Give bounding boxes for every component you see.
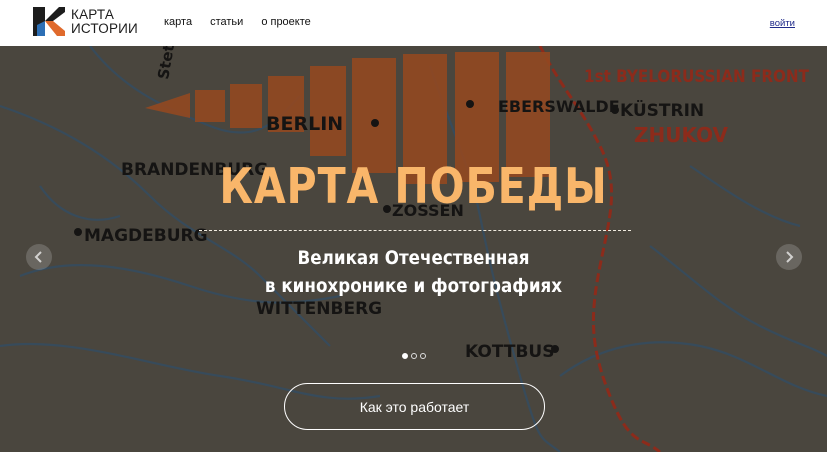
hero-subtitle: Великая Отечественная в кинохронике и фо… (50, 244, 778, 300)
hero-subtitle-line1: Великая Отечественная (297, 247, 530, 269)
carousel-dots (402, 353, 426, 359)
carousel-dot-2[interactable] (411, 353, 417, 359)
hero-title: КАРТА ПОБЕДЫ (219, 158, 608, 215)
nav-item-articles[interactable]: статьи (210, 16, 243, 28)
carousel-next-button[interactable] (776, 244, 802, 270)
site-header: КАРТА ИСТОРИИ карта статьи о проекте вой… (0, 0, 827, 46)
logo-line2: ИСТОРИИ (71, 20, 138, 36)
hero-subtitle-line2: в кинохронике и фотографиях (264, 275, 563, 297)
carousel-prev-button[interactable] (26, 244, 52, 270)
login-link[interactable]: войти (770, 18, 795, 29)
how-it-works-button[interactable]: Как это работает (284, 383, 545, 430)
logo-text: КАРТА ИСТОРИИ (71, 6, 138, 36)
chevron-left-icon (34, 251, 42, 263)
chevron-right-icon (786, 251, 794, 263)
carousel-dot-3[interactable] (420, 353, 426, 359)
nav-item-about[interactable]: о проекте (261, 16, 310, 28)
nav-item-map[interactable]: карта (164, 16, 192, 28)
site-logo[interactable]: КАРТА ИСТОРИИ (33, 7, 138, 36)
carousel-dot-1[interactable] (402, 353, 408, 359)
logo-line1: КАРТА (71, 6, 115, 22)
logo-mark-icon (33, 7, 65, 36)
hero-carousel: BERLIN BRANDENBURG MAGDEBURG WITTENBERG … (0, 46, 827, 452)
hero-divider (199, 230, 631, 231)
main-nav: карта статьи о проекте (164, 16, 311, 28)
